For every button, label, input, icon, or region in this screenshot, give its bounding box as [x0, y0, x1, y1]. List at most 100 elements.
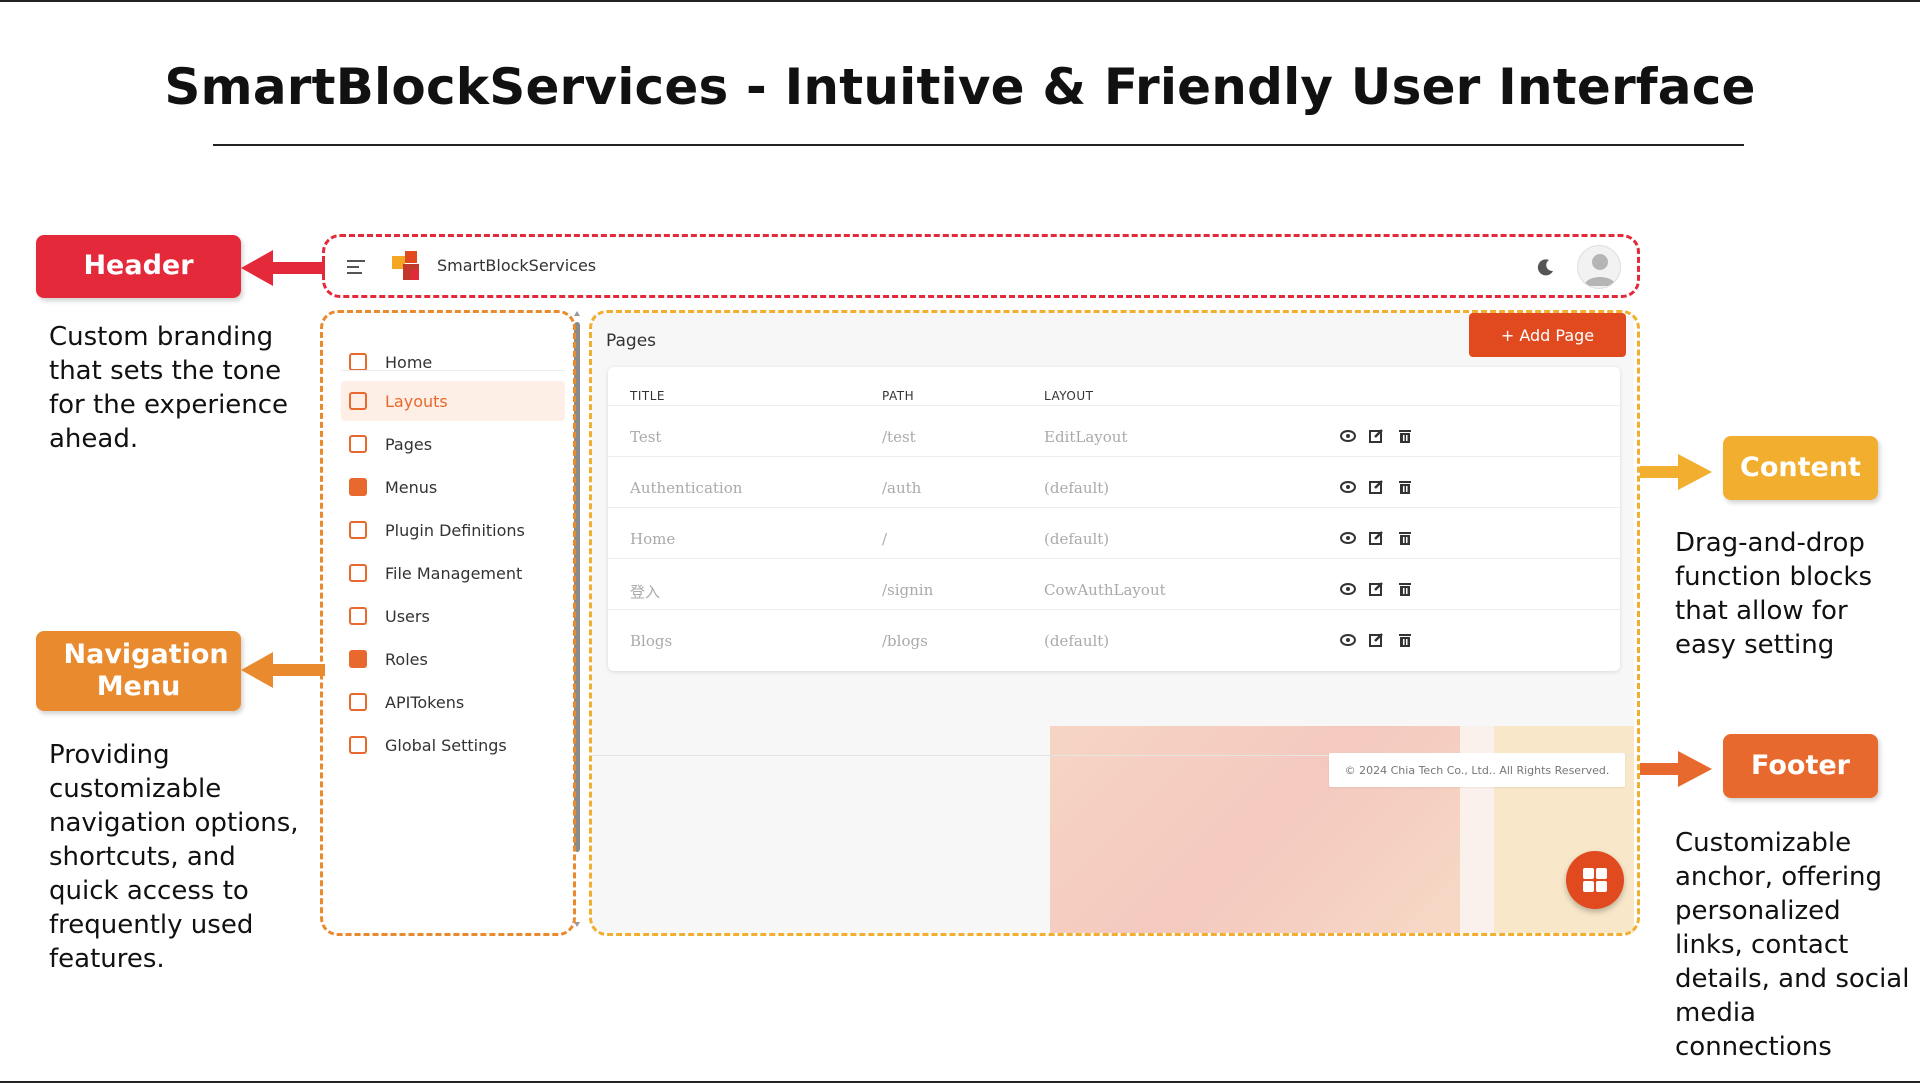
column-header-title[interactable]: TITLE — [630, 389, 665, 403]
cell-title: Home — [630, 530, 676, 548]
delete-icon[interactable] — [1397, 479, 1413, 495]
header-arrow-icon — [241, 250, 325, 286]
cell-layout: (default) — [1044, 632, 1110, 650]
content-area: Pages + Add Page TITLE PATH LAYOUT Test … — [592, 313, 1634, 933]
footer-arrow-icon — [1640, 751, 1712, 787]
content-description: Drag-and-drop function blocks that allow… — [1675, 528, 1873, 660]
delete-icon[interactable] — [1397, 581, 1413, 597]
sidebar-divider — [341, 370, 565, 371]
sidebar-item-label: Home — [385, 352, 433, 372]
sidebar-item-global-settings[interactable]: Global Settings — [341, 725, 565, 765]
sidebar-item-pages[interactable]: Pages — [341, 424, 565, 464]
sidebar-item-users[interactable]: Users — [341, 596, 565, 636]
sidebar-item-label: Menus — [385, 477, 438, 497]
sidebar-item-apitokens[interactable]: APITokens — [341, 682, 565, 722]
navigation-callout-label: Navigation Menu — [63, 638, 229, 702]
footer-callout: Footer — [1723, 734, 1878, 798]
sidebar-item-label: Global Settings — [385, 735, 507, 755]
edit-icon[interactable] — [1368, 428, 1384, 444]
sidebar-item-label: Roles — [385, 649, 428, 669]
grid-icon[interactable] — [1566, 851, 1624, 909]
title-underline — [213, 144, 1744, 146]
footer-callout-label: Footer — [1751, 749, 1850, 781]
cell-path: /blogs — [882, 632, 928, 650]
cell-title: 登入 — [630, 583, 661, 601]
add-page-button[interactable]: + Add Page — [1469, 313, 1626, 357]
sidebar-item-label: APITokens — [385, 692, 465, 712]
delete-icon[interactable] — [1397, 632, 1413, 648]
sidebar-item-home[interactable]: Home — [341, 342, 565, 382]
header-callout-label: Header — [83, 250, 194, 282]
delete-icon[interactable] — [1397, 530, 1413, 546]
plugin-icon — [349, 521, 367, 539]
content-callout-label: Content — [1740, 451, 1861, 483]
avatar-icon[interactable] — [1577, 245, 1621, 289]
view-icon[interactable] — [1340, 632, 1356, 648]
column-header-path[interactable]: PATH — [882, 389, 914, 403]
menu-list-icon — [349, 478, 367, 496]
cell-layout: CowAuthLayout — [1044, 581, 1166, 599]
sidebar-item-label: Users — [385, 606, 430, 626]
table-row[interactable]: Blogs /blogs (default) — [608, 609, 1620, 671]
edit-icon[interactable] — [1368, 581, 1384, 597]
page-icon — [349, 435, 367, 453]
sidebar-scrollbar[interactable] — [574, 322, 580, 852]
cell-layout: EditLayout — [1044, 428, 1128, 446]
cell-path: /test — [882, 428, 916, 446]
edit-icon[interactable] — [1368, 632, 1384, 648]
navigation-description: Providing customizable navigation option… — [49, 740, 299, 974]
scroll-up-icon[interactable] — [574, 311, 580, 316]
navigation-arrow-icon — [241, 652, 325, 688]
moon-icon[interactable] — [1537, 258, 1555, 276]
navigation-callout: Navigation Menu — [36, 631, 241, 711]
user-icon — [349, 607, 367, 625]
brand-logo-icon — [392, 251, 419, 280]
content-callout: Content — [1723, 436, 1878, 500]
cell-title: Test — [630, 428, 662, 446]
home-icon — [349, 353, 367, 371]
file-icon — [349, 564, 367, 582]
cell-title: Authentication — [630, 479, 743, 497]
cell-layout: (default) — [1044, 530, 1110, 548]
cell-layout: (default) — [1044, 479, 1110, 497]
token-icon — [349, 693, 367, 711]
content-arrow-icon — [1640, 454, 1712, 490]
sidebar-item-label: Plugin Definitions — [385, 520, 525, 540]
content-title: Pages — [606, 331, 657, 351]
edit-icon[interactable] — [1368, 530, 1384, 546]
cell-path: /auth — [882, 479, 922, 497]
sidebar: Home Layouts Pages Menus Plugin Definiti… — [327, 318, 571, 930]
cell-path: / — [882, 530, 888, 548]
cell-title: Blogs — [630, 632, 673, 650]
sidebar-item-label: File Management — [385, 563, 523, 583]
view-icon[interactable] — [1340, 428, 1356, 444]
top-border — [0, 0, 1920, 2]
sidebar-item-file-management[interactable]: File Management — [341, 553, 565, 593]
view-icon[interactable] — [1340, 581, 1356, 597]
slide-title: SmartBlockServices - Intuitive & Friendl… — [164, 58, 1756, 116]
pages-table: TITLE PATH LAYOUT Test /test EditLayout … — [608, 367, 1620, 671]
view-icon[interactable] — [1340, 530, 1356, 546]
sidebar-item-layouts[interactable]: Layouts — [341, 381, 565, 421]
sidebar-item-label: Pages — [385, 434, 433, 454]
layout-icon — [349, 392, 367, 410]
sidebar-item-plugin-definitions[interactable]: Plugin Definitions — [341, 510, 565, 550]
header-callout: Header — [36, 235, 241, 298]
delete-icon[interactable] — [1397, 428, 1413, 444]
column-header-layout[interactable]: LAYOUT — [1044, 389, 1093, 403]
header-description: Custom branding that sets the tone for t… — [49, 322, 289, 454]
sidebar-item-menus[interactable]: Menus — [341, 467, 565, 507]
footer-copyright[interactable]: © 2024 Chia Tech Co., Ltd.. All Rights R… — [1329, 753, 1625, 787]
roles-icon — [349, 650, 367, 668]
view-icon[interactable] — [1340, 479, 1356, 495]
app-header: SmartBlockServices — [325, 236, 1635, 298]
sidebar-item-label: Layouts — [385, 391, 448, 411]
footer-description: Customizable anchor, offering personaliz… — [1675, 828, 1910, 1062]
settings-icon — [349, 736, 367, 754]
scroll-down-icon[interactable] — [574, 922, 580, 927]
edit-icon[interactable] — [1368, 479, 1384, 495]
cell-path: /signin — [882, 581, 934, 599]
sidebar-item-roles[interactable]: Roles — [341, 639, 565, 679]
hamburger-icon[interactable] — [347, 260, 365, 278]
brand-name: SmartBlockServices — [437, 256, 597, 275]
